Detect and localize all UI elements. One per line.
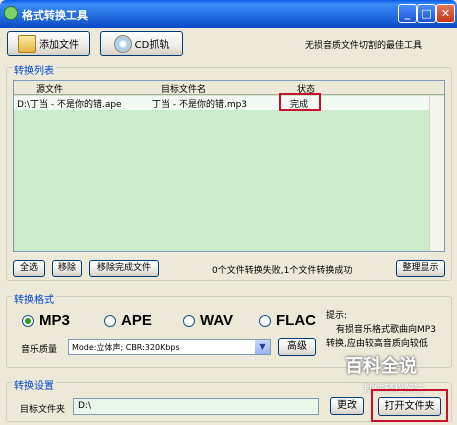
remove-done-button[interactable]: 移除完成文件 — [89, 260, 159, 277]
radio-wav-label: WAV — [200, 312, 234, 329]
hint-line1: 有损音乐格式歌曲向MP3 — [336, 325, 436, 335]
cd-icon — [113, 34, 132, 53]
maximize-button[interactable]: □ — [417, 4, 436, 23]
tidy-display-button[interactable]: 整理显示 — [396, 260, 445, 277]
conversion-summary: 0个文件转换失败,1个文件转换成功 — [212, 266, 353, 276]
title-bar: 格式转换工具 _ □ ✕ — [0, 0, 457, 28]
slogan-text: 无损音质文件切割的最佳工具 — [305, 41, 423, 51]
format-section-label: 转换格式 — [12, 291, 56, 306]
radio-flac-label: FLAC — [276, 312, 316, 329]
cd-rip-button[interactable]: CD抓轨 — [100, 31, 183, 56]
status-highlight — [279, 93, 321, 111]
hint-title: 提示: — [326, 311, 348, 321]
add-file-icon — [18, 34, 36, 53]
advanced-button[interactable]: 高级 — [278, 338, 316, 356]
quality-select[interactable]: Mode:立体声; CBR:320Kbps ▼ — [68, 339, 271, 355]
radio-wav-dot — [183, 314, 195, 327]
radio-mp3[interactable]: MP3 — [22, 312, 70, 329]
row-target: 丁当 - 不是你的错.mp3 — [152, 100, 248, 110]
close-button[interactable]: ✕ — [436, 4, 455, 23]
add-file-label: 添加文件 — [39, 40, 79, 51]
list-scrollbar[interactable] — [429, 96, 444, 251]
radio-mp3-label: MP3 — [39, 312, 70, 329]
column-target[interactable]: 目标文件名 — [161, 82, 206, 95]
change-folder-button[interactable]: 更改 — [330, 397, 364, 415]
radio-ape-dot — [104, 314, 116, 327]
radio-ape-label: APE — [121, 312, 152, 329]
window-title: 格式转换工具 — [22, 9, 88, 22]
list-header: 源文件 目标文件名 状态 — [14, 81, 444, 95]
hint-line2: 转换,应由较高音质向较低 — [326, 339, 428, 349]
remove-button[interactable]: 移除 — [52, 260, 82, 277]
file-list[interactable]: 源文件 目标文件名 状态 D:\丁当 - 不是你的错.ape 丁当 - 不是你的… — [13, 80, 445, 252]
list-item[interactable]: D:\丁当 - 不是你的错.ape 丁当 - 不是你的错.mp3 完成 — [14, 96, 429, 110]
add-file-button[interactable]: 添加文件 — [7, 31, 90, 56]
cd-rip-label: CD抓轨 — [134, 40, 170, 51]
list-section-label: 转换列表 — [12, 62, 56, 77]
row-source: D:\丁当 - 不是你的错.ape — [17, 100, 122, 110]
target-folder-label: 目标文件夹 — [20, 405, 66, 415]
radio-wav[interactable]: WAV — [183, 312, 233, 329]
quality-value: Mode:立体声; CBR:320Kbps — [72, 343, 180, 352]
app-icon — [4, 6, 18, 20]
target-folder-input[interactable]: D:\ — [73, 398, 319, 415]
chevron-down-icon[interactable]: ▼ — [255, 340, 270, 354]
settings-section-label: 转换设置 — [12, 377, 56, 392]
radio-mp3-dot — [22, 314, 34, 327]
column-source[interactable]: 源文件 — [36, 82, 63, 95]
select-all-button[interactable]: 全选 — [13, 260, 45, 277]
radio-ape[interactable]: APE — [104, 312, 152, 329]
radio-flac[interactable]: FLAC — [259, 312, 316, 329]
radio-flac-dot — [259, 314, 271, 327]
watermark-title: 百科全说 — [345, 356, 417, 377]
minimize-button[interactable]: _ — [398, 4, 417, 23]
quality-label: 音乐质量 — [21, 345, 58, 355]
open-folder-highlight — [371, 389, 448, 422]
